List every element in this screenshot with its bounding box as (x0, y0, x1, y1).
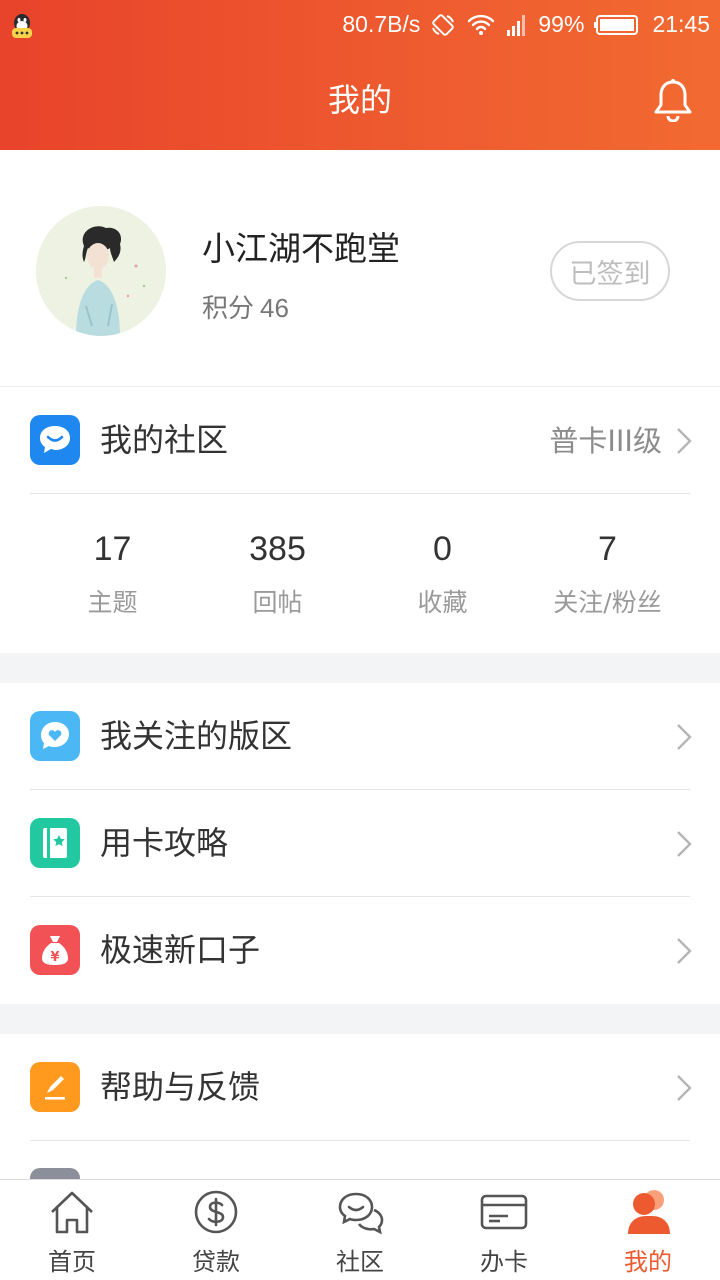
wifi-icon (468, 14, 495, 35)
menu-item-card-guide[interactable]: 用卡攻略 (0, 790, 720, 897)
tab-label: 贷款 (192, 1248, 240, 1276)
community-stats: 17 主题 385 回帖 0 收藏 7 关注/粉丝 (0, 495, 720, 653)
user-icon (628, 1190, 670, 1234)
tab-community[interactable]: 社区 (288, 1180, 432, 1280)
stat-value: 0 (433, 530, 452, 568)
card-icon (480, 1194, 528, 1230)
tab-label: 社区 (336, 1248, 384, 1276)
stat-follow-fans[interactable]: 7 关注/粉丝 (525, 495, 690, 653)
tab-loans[interactable]: 贷款 (144, 1180, 288, 1280)
signal-icon (507, 14, 526, 36)
money-bag-icon: ¥ (30, 925, 80, 975)
stat-label: 主题 (87, 588, 138, 617)
guide-book-icon (30, 818, 80, 868)
menu-item-label: 极速新口子 (100, 931, 261, 969)
points: 积分 46 (202, 288, 289, 325)
tab-label: 首页 (48, 1248, 96, 1276)
menu-item-followed-boards[interactable]: 我关注的版区 (0, 683, 720, 790)
community-chat-icon (30, 415, 80, 465)
points-value: 46 (260, 293, 289, 323)
tab-cards[interactable]: 办卡 (432, 1180, 576, 1280)
clock: 21:45 (652, 11, 710, 37)
community-level: 普卡III级 (549, 424, 662, 458)
dollar-icon (194, 1190, 238, 1234)
net-speed: 80.7B/s (342, 11, 421, 37)
my-community-row[interactable]: 我的社区 普卡III级 (0, 387, 720, 494)
divider (30, 1140, 690, 1141)
divider (30, 493, 690, 494)
chat-icon (338, 1192, 384, 1235)
stat-favorites[interactable]: 0 收藏 (360, 495, 525, 653)
svg-text:¥: ¥ (50, 950, 59, 965)
menu-item-help-feedback[interactable]: 帮助与反馈 (0, 1034, 720, 1141)
app-header: 80.7B/s 99% 21:45 我的 (0, 0, 720, 150)
signin-button[interactable]: 已签到 (550, 241, 670, 301)
stat-label: 回帖 (252, 588, 303, 617)
chevron-right-icon (677, 1075, 692, 1101)
status-bar: 80.7B/s 99% 21:45 (0, 0, 720, 50)
tab-home[interactable]: 首页 (0, 1180, 144, 1280)
tab-label: 办卡 (480, 1248, 528, 1276)
stat-value: 385 (249, 530, 306, 568)
stat-topics[interactable]: 17 主题 (30, 495, 195, 653)
home-icon (51, 1191, 93, 1234)
community-card: 我的社区 普卡III级 17 主题 385 回帖 0 收藏 7 关注/粉丝 (0, 387, 720, 653)
edit-pencil-icon (30, 1062, 80, 1112)
menu-item-label: 我关注的版区 (100, 717, 293, 755)
battery-percent: 99% (538, 11, 585, 37)
bell-icon[interactable] (652, 78, 694, 122)
rotate-icon (432, 13, 455, 36)
menu-item-label: 帮助与反馈 (100, 1068, 261, 1106)
chevron-right-icon (677, 938, 692, 964)
tab-mine[interactable]: 我的 (576, 1180, 720, 1280)
my-community-label: 我的社区 (100, 421, 229, 459)
heart-chat-icon (30, 711, 80, 761)
battery-icon (594, 14, 639, 35)
stat-value: 17 (93, 530, 132, 568)
profile-card[interactable]: 小江湖不跑堂 积分 46 已签到 (0, 150, 720, 387)
points-label: 积分 (202, 294, 255, 324)
stat-value: 7 (598, 530, 617, 568)
username: 小江湖不跑堂 (202, 229, 400, 268)
avatar[interactable] (36, 206, 166, 336)
stat-replies[interactable]: 385 回帖 (195, 495, 360, 653)
qq-notification-icon (12, 14, 32, 38)
page-title: 我的 (327, 81, 392, 119)
menu-item-fast-loans[interactable]: ¥ 极速新口子 (0, 897, 720, 1004)
chevron-right-icon (677, 428, 692, 454)
menu-item-label: 用卡攻略 (100, 824, 229, 862)
menu-group: 我关注的版区 用卡攻略 ¥ 极速新口子 (0, 683, 720, 1004)
chevron-right-icon (677, 831, 692, 857)
tab-label: 我的 (624, 1248, 672, 1276)
stat-label: 收藏 (417, 588, 468, 617)
bottom-tab-bar: 首页 贷款 社区 办卡 我的 (0, 1179, 720, 1280)
stat-label: 关注/粉丝 (553, 588, 662, 617)
chevron-right-icon (677, 724, 692, 750)
menu-group-help: 帮助与反馈 (0, 1034, 720, 1184)
